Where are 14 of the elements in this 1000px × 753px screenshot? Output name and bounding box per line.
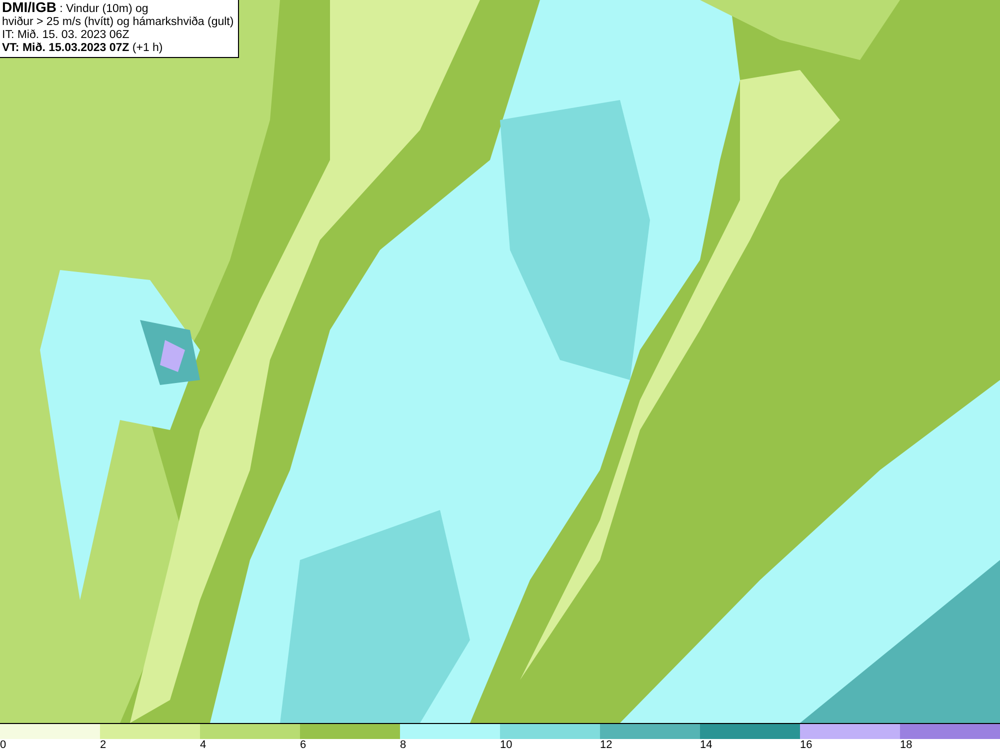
legend-label: 16 xyxy=(800,739,812,752)
legend-label: 6 xyxy=(300,739,306,752)
legend-label: 14 xyxy=(700,739,712,752)
legend-label: 18 xyxy=(900,739,912,752)
legend-label: 10 xyxy=(500,739,512,752)
title-line: VT: Mið. 15.03.2023 07Z (+1 h) xyxy=(2,42,164,55)
legend-label: 12 xyxy=(600,739,612,752)
legend-label: 4 xyxy=(200,739,206,752)
legend-label: 0 xyxy=(0,739,6,752)
title-line: IT: Mið. 15. 03. 2023 06Z xyxy=(2,29,130,42)
title-line: hviður > 25 m/s (hvítt) og hámarkshviða (gult) xyxy=(2,16,234,29)
legend-label: 8 xyxy=(400,739,406,752)
legend-label: 2 xyxy=(100,739,106,752)
title-line: DMI/IGB : Vindur (10m) og xyxy=(2,1,150,16)
